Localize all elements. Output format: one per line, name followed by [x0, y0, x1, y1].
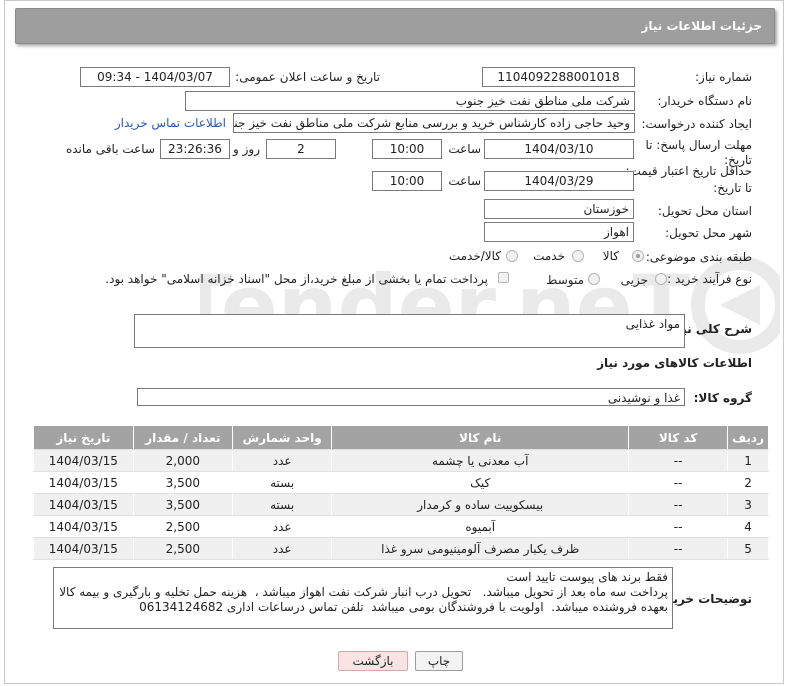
page-title: جزئیات اطلاعات نیاز [641, 19, 762, 33]
need-number-label: شماره نیاز: [695, 70, 752, 84]
col-header-name: نام کالا [331, 425, 630, 450]
cell-unit: عدد [231, 515, 333, 538]
cell-code: -- [628, 537, 729, 560]
col-header-code: کد کالا [628, 425, 729, 450]
cell-unit: بسته [231, 471, 333, 494]
validity-time-label: ساعت [448, 174, 481, 188]
buyer-label: نام دستگاه خریدار: [657, 94, 753, 108]
cell-row-number: 1 [727, 449, 769, 472]
process-option-minor: جزیی [620, 273, 648, 287]
cell-code: -- [628, 449, 729, 472]
table-row: 1 -- آب معدنی یا چشمه عدد 2,000 1404/03/… [33, 449, 769, 472]
time-remaining: 23:26:36 [160, 139, 230, 159]
province-value: خوزستان [484, 199, 634, 219]
buyer-notes-value: فقط برند های پیوست تایید است پرداخت سه م… [53, 567, 673, 629]
print-button[interactable]: چاپ [415, 651, 463, 671]
back-button[interactable]: بازگشت [338, 651, 408, 671]
category-option-goods: کالا [602, 249, 619, 263]
validity-label: حداقل تاریخ اعتبار قیمت: [625, 164, 752, 178]
col-header-unit: واحد شمارش [231, 425, 333, 450]
process-radio-medium[interactable] [588, 273, 600, 285]
category-radio-service[interactable] [572, 250, 584, 262]
header-bar: جزئیات اطلاعات نیاز [15, 8, 775, 44]
cell-code: -- [628, 493, 729, 516]
process-radio-minor[interactable] [655, 273, 667, 285]
cell-name: بیسکوییت ساده و کرمدار [331, 493, 630, 516]
validity-time: 10:00 [372, 171, 442, 191]
cell-unit: عدد [231, 449, 333, 472]
cell-name: آب معدنی یا چشمه [331, 449, 630, 472]
category-radio-goods-service[interactable] [506, 250, 518, 262]
announce-label: تاریخ و ساعت اعلان عمومی: [235, 70, 380, 84]
validity-date: 1404/03/29 [484, 171, 634, 191]
cell-name: کیک [331, 471, 630, 494]
creator-label: ایجاد کننده درخواست: [641, 117, 752, 131]
announce-value: 1404/03/07 - 09:34 [80, 67, 230, 87]
cell-quantity: 3,500 [132, 471, 233, 494]
category-label: طبقه بندی موضوعی: [645, 250, 752, 264]
category-radio-goods[interactable] [632, 250, 644, 262]
buyer-value: شرکت ملی مناطق نفت خیز جنوب [185, 91, 635, 111]
description-value: مواد غذایی [134, 314, 685, 348]
goods-section-title: اطلاعات کالاهای مورد نیاز [597, 356, 752, 370]
cell-quantity: 2,500 [132, 515, 233, 538]
cell-row-number: 2 [727, 471, 769, 494]
deadline-time-label: ساعت [448, 142, 481, 156]
process-note: پرداخت تمام یا بخشی از مبلغ خرید،از محل … [105, 272, 488, 286]
goods-group-label: گروه کالا: [693, 391, 752, 405]
cell-row-number: 3 [727, 493, 769, 516]
days-label: روز و [233, 142, 260, 156]
cell-quantity: 2,000 [132, 449, 233, 472]
cell-code: -- [628, 515, 729, 538]
cell-need-date: 1404/03/15 [33, 471, 134, 494]
treasury-checkbox[interactable] [498, 272, 509, 283]
cell-need-date: 1404/03/15 [33, 515, 134, 538]
days-remaining: 2 [266, 139, 336, 159]
deadline-date: 1404/03/10 [484, 139, 634, 159]
col-header-quantity: تعداد / مقدار [132, 425, 233, 450]
table-row: 3 -- بیسکوییت ساده و کرمدار بسته 3,500 1… [33, 493, 769, 516]
cell-row-number: 4 [727, 515, 769, 538]
cell-name: آبمیوه [331, 515, 630, 538]
deadline-time: 10:00 [372, 139, 442, 159]
cell-quantity: 3,500 [132, 493, 233, 516]
table-row: 5 -- ظرف یکبار مصرف آلومینیومی سرو غذا ع… [33, 537, 769, 560]
cell-need-date: 1404/03/15 [33, 449, 134, 472]
goods-group-value: غذا و نوشیدنی [137, 388, 685, 406]
time-remaining-label: ساعت باقی مانده [65, 142, 155, 156]
table-row: 2 -- کیک بسته 3,500 1404/03/15 [33, 471, 769, 494]
category-option-goods-service: کالا/خدمت [448, 249, 501, 263]
cell-row-number: 5 [727, 537, 769, 560]
province-label: استان محل تحویل: [657, 204, 752, 218]
cell-unit: عدد [231, 537, 333, 560]
table-row: 4 -- آبمیوه عدد 2,500 1404/03/15 [33, 515, 769, 538]
table-header-row: ردیف کد کالا نام کالا واحد شمارش تعداد /… [33, 425, 769, 450]
cell-name: ظرف یکبار مصرف آلومینیومی سرو غذا [331, 537, 630, 560]
creator-value: وحید حاجی زاده کارشناس خرید و بررسی مناب… [233, 113, 635, 133]
process-label: نوع فرآیند خرید : [667, 272, 752, 286]
cell-unit: بسته [231, 493, 333, 516]
category-option-service: خدمت [533, 249, 565, 263]
city-value: اهواز [484, 222, 634, 242]
cell-need-date: 1404/03/15 [33, 493, 134, 516]
cell-code: -- [628, 471, 729, 494]
cell-need-date: 1404/03/15 [33, 537, 134, 560]
validity-label-2: تا تاریخ: [713, 181, 752, 195]
need-number-value: 1104092288001018 [482, 67, 635, 87]
contact-info-link[interactable]: اطلاعات تماس خریدار [115, 116, 226, 130]
deadline-label: مهلت ارسال پاسخ: تا [645, 138, 752, 152]
col-header-row-number: ردیف [727, 425, 769, 450]
cell-quantity: 2,500 [132, 537, 233, 560]
items-table: ردیف کد کالا نام کالا واحد شمارش تعداد /… [33, 425, 769, 560]
city-label: شهر محل تحویل: [665, 226, 752, 240]
col-header-need-date: تاریخ نیاز [33, 425, 134, 450]
process-option-medium: متوسط [546, 273, 584, 287]
